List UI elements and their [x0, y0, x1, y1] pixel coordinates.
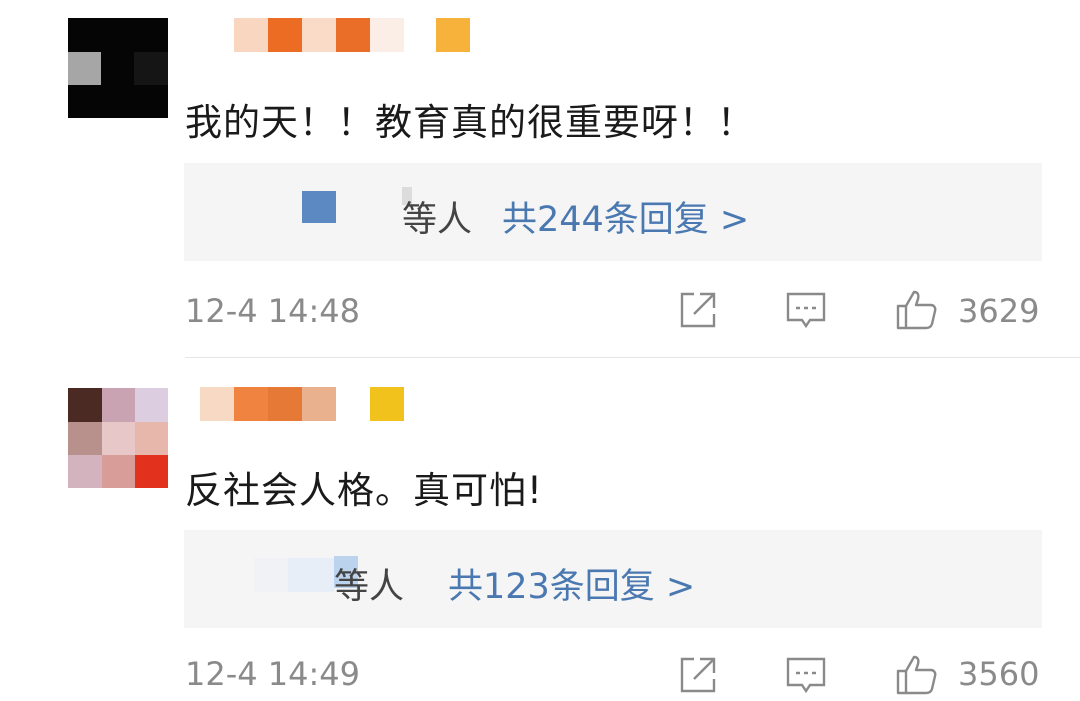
comment-item: 反社会人格。真可怕! 等人 共123条回复 > 12-4 14:49 3560	[0, 360, 1080, 695]
share-icon[interactable]	[676, 653, 720, 697]
like-icon[interactable]	[894, 288, 938, 332]
comment-icon[interactable]	[784, 653, 828, 697]
comment-text: 反社会人格。真可怕!	[185, 469, 543, 512]
timestamp: 12-4 14:48	[185, 292, 361, 330]
reply-count-link[interactable]: 共123条回复 >	[448, 558, 695, 609]
like-count: 3629	[958, 292, 1040, 330]
comment-text: 我的天！！教育真的很重要呀！！	[185, 101, 755, 144]
replier-names-pixelated	[254, 558, 288, 592]
divider	[185, 357, 1080, 358]
like-icon[interactable]	[894, 653, 938, 697]
reply-names: 等人	[334, 567, 405, 607]
comment-icon[interactable]	[784, 288, 828, 332]
reply-count-link[interactable]: 共244条回复 >	[502, 191, 749, 242]
avatar[interactable]	[68, 18, 168, 118]
replier-avatar-pixelated	[302, 191, 336, 223]
reply-preview[interactable]: 等人 共244条回复 >	[184, 163, 1042, 261]
avatar[interactable]	[68, 388, 168, 488]
share-icon[interactable]	[676, 288, 720, 332]
reply-preview[interactable]: 等人 共123条回复 >	[184, 530, 1042, 628]
comment-item: 我的天！！教育真的很重要呀！！ 等人 共244条回复 > 12-4 14:48 …	[0, 0, 1080, 360]
timestamp: 12-4 14:49	[185, 655, 361, 693]
reply-names: 等人	[402, 200, 473, 240]
like-count: 3560	[958, 655, 1040, 693]
